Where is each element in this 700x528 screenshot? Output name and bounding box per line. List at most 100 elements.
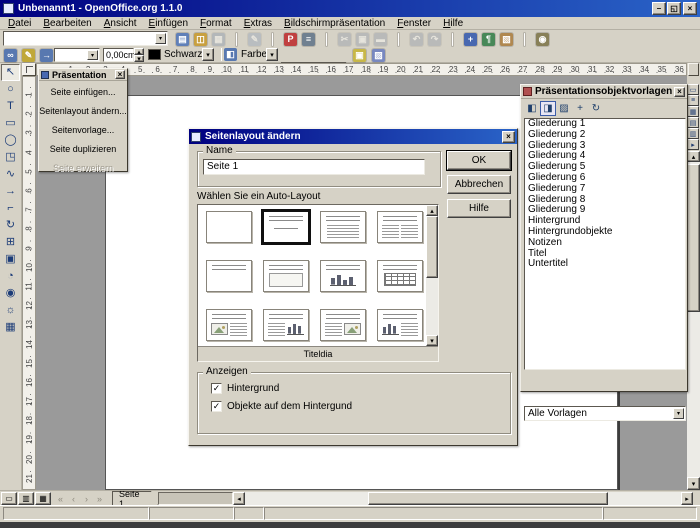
effects-tool[interactable]: ◔: [1, 268, 20, 285]
style-list-item[interactable]: Untertitel: [525, 259, 685, 270]
vertical-scrollbar[interactable]: [687, 162, 700, 477]
notes-view-button[interactable]: ▤: [687, 117, 699, 128]
style-list-item[interactable]: Notizen: [525, 238, 685, 249]
print-icon[interactable]: ≡: [300, 31, 317, 47]
page-style-item[interactable]: Seitenvorlage...: [39, 120, 127, 139]
handout-view-button[interactable]: ▥: [687, 128, 699, 139]
presentation-styles-button[interactable]: ◧: [524, 101, 540, 116]
chevron-down-icon[interactable]: ▾: [87, 50, 98, 60]
line-width-field[interactable]: 0,00cm: [103, 48, 134, 62]
navigator-icon[interactable]: +: [462, 31, 479, 47]
style-list-item[interactable]: Gliederung 2: [525, 130, 685, 141]
fill-format-mode-button[interactable]: ▨: [556, 101, 572, 116]
background-checkbox[interactable]: [211, 383, 222, 394]
edit-points-icon[interactable]: ∞: [2, 47, 19, 63]
scroll-right-icon[interactable]: ▸: [681, 492, 693, 505]
graphics-styles-button[interactable]: ◨: [540, 101, 556, 116]
layout-title-chart-text[interactable]: [377, 309, 423, 341]
modify-page-layout-item[interactable]: Seitenlayout ändern...: [39, 101, 127, 120]
line-color-swatch[interactable]: [148, 49, 161, 60]
style-list-item[interactable]: Gliederung 7: [525, 184, 685, 195]
animation-tool[interactable]: ☼: [1, 302, 20, 319]
style-filter-combobox[interactable]: Alle Vorlagen ▾: [524, 406, 686, 421]
update-style-button[interactable]: ↻: [588, 101, 604, 116]
stylist-titlebar[interactable]: Präsentationsobjektvorlagen ×: [521, 85, 687, 99]
export-pdf-icon[interactable]: P: [282, 31, 299, 47]
vertical-scrollbar-thumb[interactable]: [687, 164, 700, 312]
gallery-icon[interactable]: ▧: [498, 31, 515, 47]
menu-format[interactable]: Format: [194, 17, 238, 30]
line-color-dropdown[interactable]: ▾: [202, 48, 214, 61]
camera-icon[interactable]: ◉: [534, 31, 551, 47]
name-input[interactable]: Seite 1: [203, 159, 425, 175]
horizontal-scrollbar[interactable]: [245, 492, 681, 505]
undo-icon[interactable]: ↶: [408, 31, 425, 47]
scroll-down-icon[interactable]: ▾: [687, 477, 700, 490]
palette-titlebar[interactable]: Präsentation ×: [39, 69, 127, 81]
menu-fenster[interactable]: Fenster: [391, 17, 437, 30]
paste-icon[interactable]: ▬: [372, 31, 389, 47]
menu-extras[interactable]: Extras: [238, 17, 278, 30]
ok-button[interactable]: OK: [447, 151, 511, 170]
arrange-tool[interactable]: ▣: [1, 251, 20, 268]
rotate-tool[interactable]: ↻: [1, 217, 20, 234]
layout-title-text-chart[interactable]: [263, 309, 309, 341]
background-objects-checkbox[interactable]: [211, 401, 222, 412]
select-tool[interactable]: ↖: [1, 64, 20, 81]
zoom-tool[interactable]: ○: [1, 81, 20, 98]
next-page-button[interactable]: ›: [80, 492, 93, 505]
layout-title-subtitle[interactable]: [263, 211, 309, 243]
scroll-up-icon[interactable]: ▴: [687, 151, 700, 162]
layout-title-chart[interactable]: [320, 260, 366, 292]
pen-icon[interactable]: ✎: [20, 47, 37, 63]
insert-page-item[interactable]: Seite einfügen...: [39, 82, 127, 101]
close-icon[interactable]: ×: [502, 131, 515, 143]
scroll-down-icon[interactable]: ▾: [426, 335, 438, 346]
layout-title-text-clipart[interactable]: [320, 309, 366, 341]
menu-ansicht[interactable]: Ansicht: [98, 17, 143, 30]
copy-icon[interactable]: ▣: [354, 31, 371, 47]
close-icon[interactable]: ×: [115, 70, 125, 79]
ruler-corner-button[interactable]: [688, 63, 699, 76]
minimize-button[interactable]: –: [652, 2, 666, 15]
drawing-view-button[interactable]: ▭: [687, 84, 699, 95]
outline-view-button[interactable]: ≡: [687, 95, 699, 106]
scroll-up-icon[interactable]: ▴: [426, 205, 438, 216]
chevron-down-icon[interactable]: ▾: [155, 33, 166, 44]
layout-title-content[interactable]: [320, 211, 366, 243]
layout-title-only[interactable]: [206, 260, 252, 292]
interaction-tool[interactable]: ◉: [1, 285, 20, 302]
duplicate-page-item[interactable]: Seite duplizieren: [39, 139, 127, 158]
zoom-optimal-button[interactable]: ▦: [35, 492, 51, 505]
connector-tool[interactable]: ⌐: [1, 200, 20, 217]
ellipse-tool[interactable]: ◯: [1, 132, 20, 149]
expand-page-item[interactable]: Seite erweitern: [39, 158, 127, 177]
scroll-left-icon[interactable]: ◂: [233, 492, 245, 505]
menu-datei[interactable]: Datei: [2, 17, 37, 30]
new-style-button[interactable]: +: [572, 101, 588, 116]
lines-arrows-tool[interactable]: →: [1, 183, 20, 200]
page-tab[interactable]: Seite 1: [112, 491, 158, 506]
rectangle-tool[interactable]: ▭: [1, 115, 20, 132]
fill-style-icon[interactable]: ◧: [224, 48, 237, 61]
start-presentation-button[interactable]: ▸: [687, 139, 699, 150]
style-list[interactable]: Gliederung 1Gliederung 2Gliederung 3Glie…: [524, 118, 686, 370]
dialog-titlebar[interactable]: Seitenlayout ändern ×: [189, 129, 517, 144]
redo-icon[interactable]: ↷: [426, 31, 443, 47]
line-width-spinner[interactable]: ▴ ▾: [134, 48, 144, 62]
fill-type-dropdown[interactable]: ▾: [266, 48, 278, 61]
stylist-icon[interactable]: ¶: [480, 31, 497, 47]
cut-icon[interactable]: ✂: [336, 31, 353, 47]
area-style-icon[interactable]: ▨: [370, 47, 387, 63]
edit-file-icon[interactable]: ✎: [246, 31, 263, 47]
horizontal-ruler[interactable]: 1234567891011121314151617181920212223242…: [36, 63, 687, 76]
insert-tool[interactable]: ▦: [1, 319, 20, 336]
save-document-icon[interactable]: ▦: [210, 31, 227, 47]
shadow-icon[interactable]: ▣: [351, 47, 368, 63]
3d-objects-tool[interactable]: ◳: [1, 149, 20, 166]
zoom-width-button[interactable]: ▥: [18, 492, 34, 505]
alignment-tool[interactable]: ⊞: [1, 234, 20, 251]
url-combobox[interactable]: ▾: [3, 31, 168, 46]
layout-blank[interactable]: [206, 211, 252, 243]
first-page-button[interactable]: «: [54, 492, 67, 505]
